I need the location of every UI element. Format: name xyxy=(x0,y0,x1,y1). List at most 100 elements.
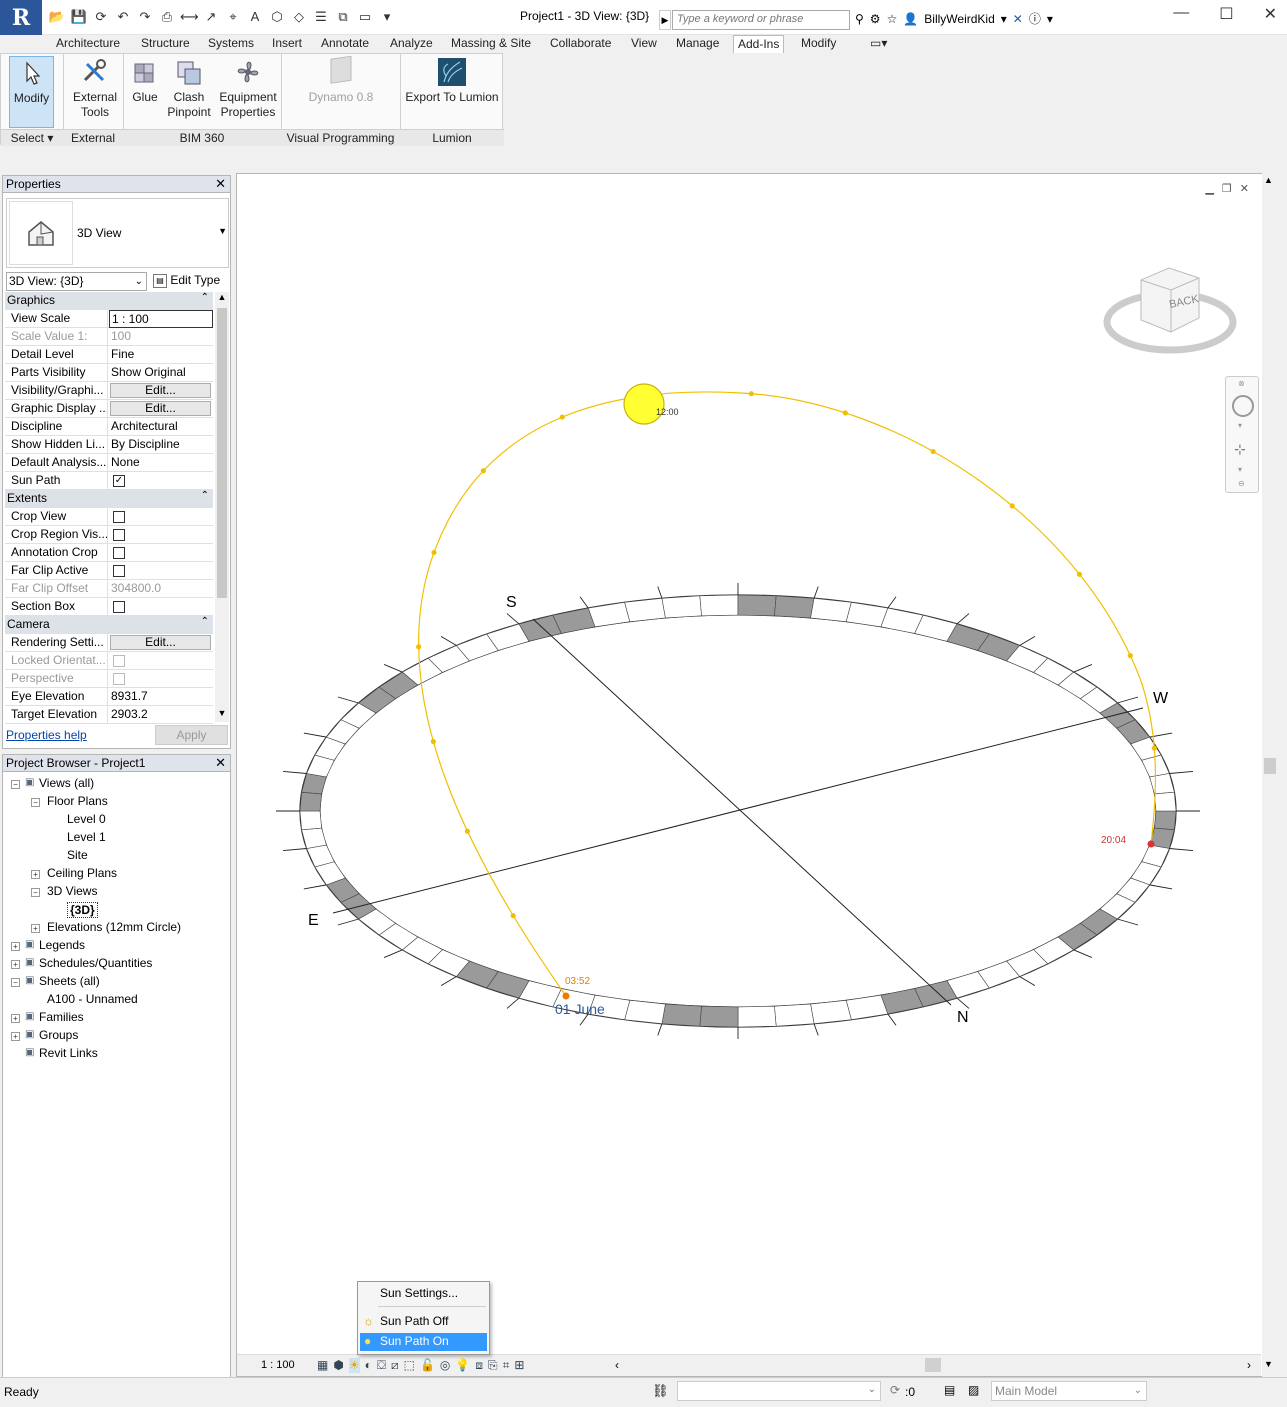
nav-options-icon[interactable]: ⊖ xyxy=(1238,479,1245,488)
property-group-header[interactable]: Camera ⌃ xyxy=(5,616,213,634)
worksets-icon[interactable]: ⛓ xyxy=(652,1383,669,1399)
close-icon[interactable]: ✕ xyxy=(215,755,226,771)
qat-dropdown-icon[interactable]: ▾ xyxy=(378,8,396,26)
property-value[interactable]: 8931.7 xyxy=(109,688,213,706)
apply-button[interactable]: Apply xyxy=(155,725,228,745)
binoculars-icon[interactable]: ⚲ xyxy=(855,12,864,26)
tab-collaborate[interactable]: Collaborate xyxy=(546,35,615,53)
vertical-scroll-thumb[interactable] xyxy=(1264,758,1276,774)
export-to-lumion-button[interactable]: Export To Lumion xyxy=(404,56,500,105)
constraints-icon[interactable]: ⊞ xyxy=(514,1358,524,1373)
expand-icon[interactable]: + xyxy=(11,1014,20,1023)
collapse-icon[interactable]: − xyxy=(31,798,40,807)
open-icon[interactable]: 📂 xyxy=(48,8,66,26)
dimension-icon[interactable]: ↗ xyxy=(202,8,220,26)
crop-region-icon[interactable]: ⬚ xyxy=(404,1358,415,1373)
worksharing-icon[interactable]: ⧈ xyxy=(475,1358,483,1373)
tab-structure[interactable]: Structure xyxy=(137,35,194,53)
instance-filter-dropdown[interactable]: 3D View: {3D} ⌄ xyxy=(6,272,147,291)
browser-item[interactable]: Schedules/Quantities xyxy=(39,956,152,970)
tab-modify[interactable]: Modify xyxy=(797,35,840,53)
close-icon[interactable]: ✕ xyxy=(1264,4,1277,24)
browser-item[interactable]: Groups xyxy=(39,1028,78,1042)
property-checkbox[interactable]: ✓ xyxy=(113,475,125,487)
user-icon[interactable]: 👤 xyxy=(903,12,918,26)
tab-annotate[interactable]: Annotate xyxy=(317,35,373,53)
browser-item[interactable]: 3D Views xyxy=(47,884,97,898)
ribbon-minimize-toggle[interactable]: ▭▾ xyxy=(866,35,891,53)
type-dropdown-icon[interactable]: ▼ xyxy=(218,226,227,236)
scroll-thumb[interactable] xyxy=(217,308,227,598)
modify-button[interactable]: Modify xyxy=(9,56,54,128)
text-icon[interactable]: A xyxy=(246,8,264,26)
tab-massing-site[interactable]: Massing & Site xyxy=(447,35,535,53)
user-dropdown-icon[interactable]: ▾ xyxy=(1001,12,1007,26)
type-selector[interactable]: 3D View ▼ xyxy=(6,198,229,268)
search-input[interactable]: Type a keyword or phrase xyxy=(672,10,850,30)
tag-icon[interactable]: ⌖ xyxy=(224,8,242,26)
print-icon[interactable]: ⎙ xyxy=(158,8,176,26)
equipment-properties-button[interactable]: Equipment Properties xyxy=(217,56,279,120)
browser-item[interactable]: Site xyxy=(67,848,88,862)
view-scale-button[interactable]: 1 : 100 xyxy=(261,1359,295,1371)
switch-windows-icon[interactable]: ▭ xyxy=(356,8,374,26)
expand-icon[interactable]: + xyxy=(31,870,40,879)
menu-item-sun-path-on[interactable]: ● Sun Path On xyxy=(360,1333,487,1351)
property-value[interactable]: Architectural xyxy=(109,418,213,436)
browser-item[interactable]: Revit Links xyxy=(39,1046,98,1060)
steering-wheel-icon[interactable] xyxy=(1232,395,1254,417)
detail-level-icon[interactable]: ▦ xyxy=(317,1358,328,1373)
subscription-icon[interactable]: ⚙ xyxy=(870,12,881,26)
favorites-icon[interactable]: ☆ xyxy=(887,12,898,26)
horizontal-scroll-thumb[interactable] xyxy=(925,1358,941,1372)
property-input[interactable]: 1 : 100 xyxy=(109,310,213,328)
minimize-icon[interactable]: — xyxy=(1173,4,1189,24)
edit-button[interactable]: Edit... xyxy=(110,383,211,398)
viewcube[interactable]: BACK xyxy=(1103,260,1237,358)
property-checkbox[interactable] xyxy=(113,547,125,559)
render-icon[interactable]: ⛋ xyxy=(377,1358,386,1373)
tab-manage[interactable]: Manage xyxy=(672,35,723,53)
menu-item-sun-settings[interactable]: Sun Settings... xyxy=(360,1285,487,1303)
scroll-up-icon[interactable]: ▲ xyxy=(1264,175,1273,185)
browser-item[interactable]: A100 - Unnamed xyxy=(47,992,138,1006)
scroll-up-icon[interactable]: ▲ xyxy=(215,292,229,306)
3d-view-canvas[interactable]: ▁ ❐ ✕ 12:00 03:52 20:04 01 June S W E N xyxy=(236,173,1276,1377)
undo-icon[interactable]: ↶ xyxy=(114,8,132,26)
panel-select-dropdown[interactable]: Select ▾ xyxy=(1,129,63,146)
property-value[interactable]: Fine xyxy=(109,346,213,364)
browser-item[interactable]: Ceiling Plans xyxy=(47,866,117,880)
design-options-icon[interactable]: ▤ xyxy=(944,1383,955,1397)
property-value[interactable]: Show Original xyxy=(109,364,213,382)
save-icon[interactable]: 💾 xyxy=(70,8,88,26)
expand-icon[interactable]: + xyxy=(11,942,20,951)
menu-item-sun-path-off[interactable]: ☼ Sun Path Off xyxy=(360,1313,487,1331)
property-group-header[interactable]: Extents ⌃ xyxy=(5,490,213,508)
3d-view-icon[interactable]: ⬡ xyxy=(268,8,286,26)
design-option-dropdown[interactable]: Main Model ⌄ xyxy=(991,1381,1147,1401)
reveal-hidden-icon[interactable]: 💡 xyxy=(455,1358,470,1373)
edit-type-button[interactable]: ▤ Edit Type xyxy=(153,272,229,291)
expand-icon[interactable]: + xyxy=(11,1032,20,1041)
property-value[interactable]: None xyxy=(109,454,213,472)
property-checkbox[interactable] xyxy=(113,565,125,577)
close-icon[interactable]: ✕ xyxy=(215,176,226,192)
browser-item[interactable]: {3D} xyxy=(67,902,98,918)
wheel-dropdown-icon[interactable]: ▾ xyxy=(1238,421,1242,430)
close-hidden-icon[interactable]: ⧉ xyxy=(334,8,352,26)
collapse-icon[interactable]: − xyxy=(31,888,40,897)
property-checkbox[interactable] xyxy=(113,601,125,613)
editing-requests-icon[interactable]: ⟳ xyxy=(890,1383,900,1397)
nav-close-icon[interactable]: ⊗ xyxy=(1238,379,1245,388)
tab-insert[interactable]: Insert xyxy=(268,35,306,53)
tab-view[interactable]: View xyxy=(627,35,661,53)
collapse-icon[interactable]: − xyxy=(11,780,20,789)
tab-add-ins[interactable]: Add-Ins xyxy=(733,35,785,53)
section-icon[interactable]: ◇ xyxy=(290,8,308,26)
zoom-region-icon[interactable]: ⊹ xyxy=(1234,441,1246,458)
glue-button[interactable]: Glue xyxy=(129,56,161,105)
thin-lines-icon[interactable]: ☰ xyxy=(312,8,330,26)
search-expand-icon[interactable]: ▶ xyxy=(659,10,671,30)
view-vertical-scrollbar[interactable]: ▲ ▼ xyxy=(1262,173,1278,1377)
collapse-group-icon[interactable]: ⌃ xyxy=(201,292,209,303)
